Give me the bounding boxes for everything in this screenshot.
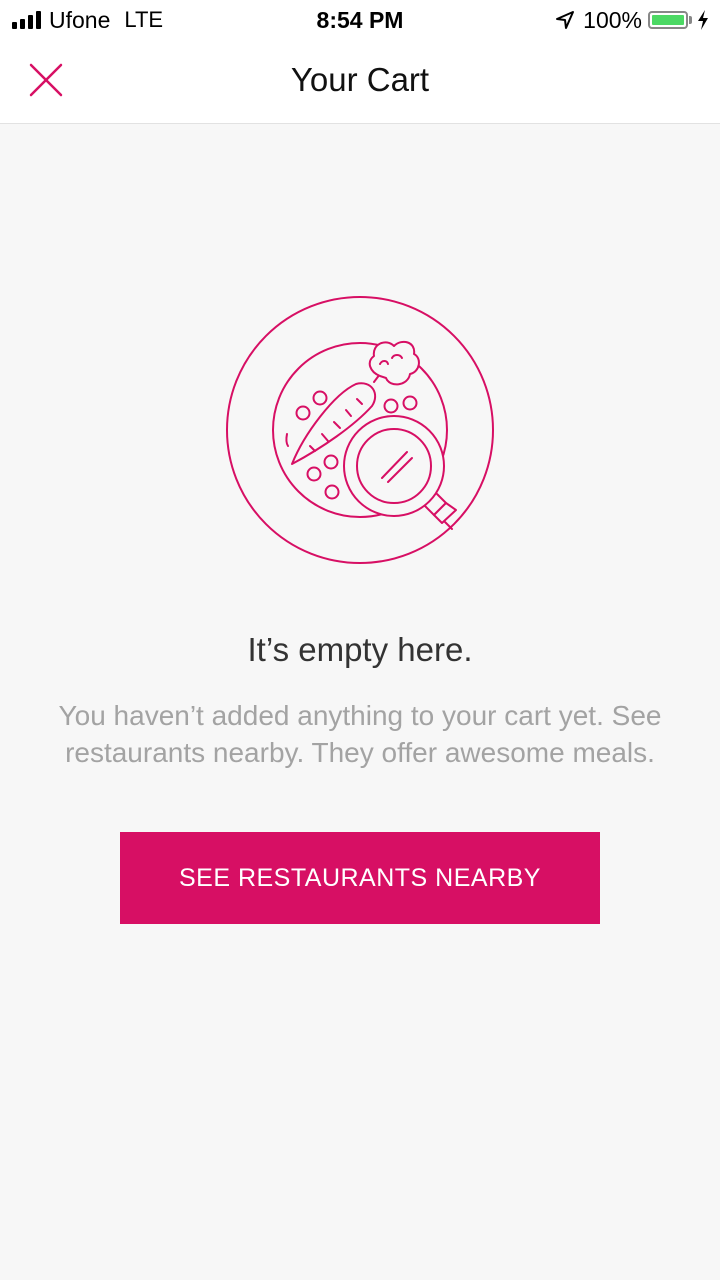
battery-icon <box>648 11 688 29</box>
empty-state-title: It’s empty here. <box>247 631 473 668</box>
status-right: 100% <box>555 6 710 34</box>
page-title: Your Cart <box>290 61 430 98</box>
location-arrow-icon <box>556 11 575 29</box>
status-bar: Ufone LTE 8:54 PM 100% <box>0 0 720 40</box>
battery-percent: 100% <box>583 7 642 33</box>
see-restaurants-nearby-button[interactable]: SEE RESTAURANTS NEARBY <box>120 832 600 924</box>
empty-state-description: You haven’t added anything to your cart … <box>58 700 662 768</box>
charging-icon <box>698 10 708 30</box>
nav-bar: Your Cart <box>0 40 720 124</box>
battery-cap <box>689 16 692 24</box>
plate-magnifier-icon <box>226 296 494 564</box>
